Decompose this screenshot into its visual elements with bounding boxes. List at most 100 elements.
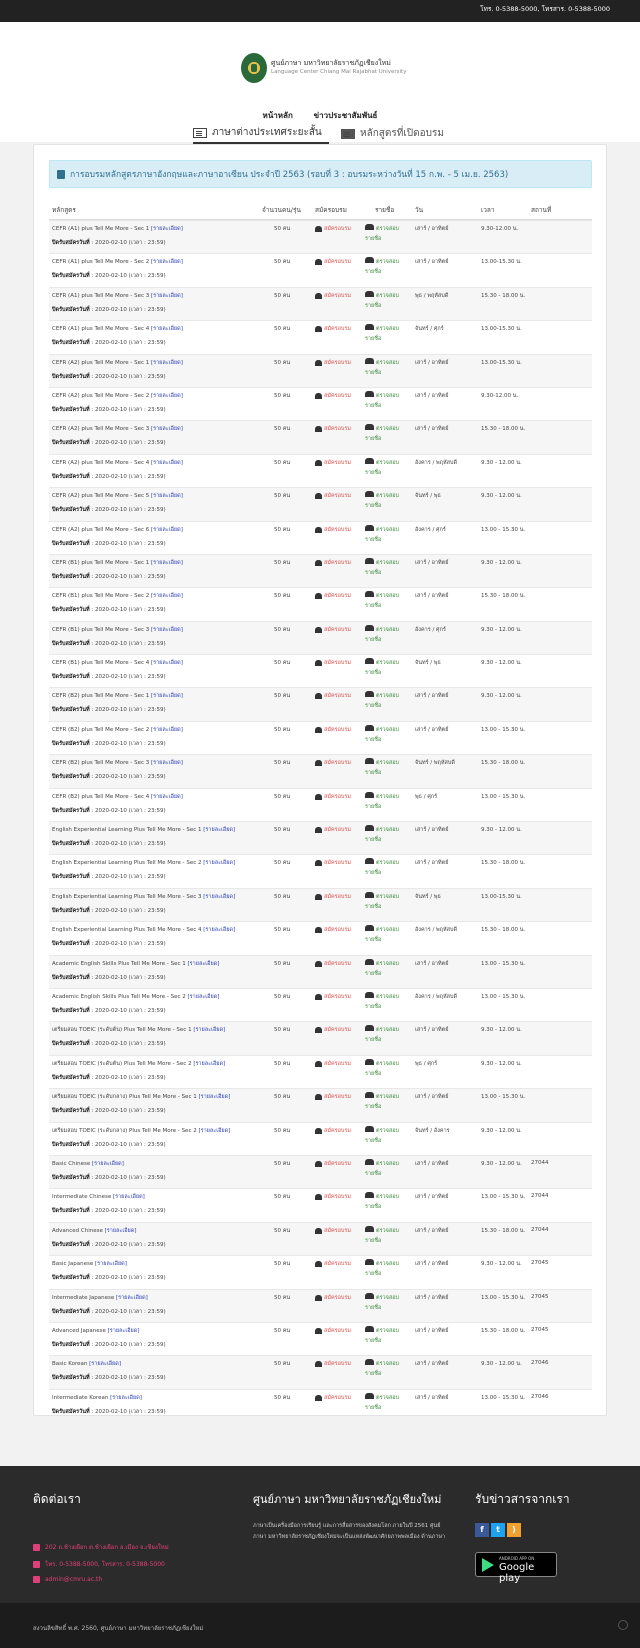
tab-short-courses[interactable]: ภาษาต่างประเทศระยะสั้น — [193, 126, 329, 144]
course-detail-link[interactable]: [รายละเอียด] — [188, 961, 220, 967]
check-list-link[interactable]: ตรวจสอบ รายชื่อ — [365, 1125, 399, 1146]
course-detail-link[interactable]: [รายละเอียด] — [116, 1295, 148, 1301]
register-button[interactable]: สมัครอบรม — [315, 692, 351, 700]
course-detail-link[interactable]: [รายละเอียด] — [151, 226, 183, 232]
rss-icon[interactable]: ) — [507, 1523, 521, 1537]
check-list-link[interactable]: ตรวจสอบ รายชื่อ — [365, 991, 399, 1012]
register-button[interactable]: สมัครอบรม — [315, 1026, 351, 1034]
check-list-link[interactable]: ตรวจสอบ รายชื่อ — [365, 1292, 399, 1313]
course-detail-link[interactable]: [รายละเอียด] — [95, 1261, 127, 1267]
facebook-icon[interactable]: f — [475, 1523, 489, 1537]
course-detail-link[interactable]: [รายละเอียด] — [151, 360, 183, 366]
course-detail-link[interactable]: [รายละเอียด] — [193, 1061, 225, 1067]
register-button[interactable]: สมัครอบรม — [315, 1060, 351, 1068]
register-button[interactable]: สมัครอบรม — [315, 626, 351, 634]
register-button[interactable]: สมัครอบรม — [315, 392, 351, 400]
register-button[interactable]: สมัครอบรม — [315, 459, 351, 467]
check-list-link[interactable]: ตรวจสอบ รายชื่อ — [365, 424, 399, 444]
check-list-link[interactable]: ตรวจสอบ รายชื่อ — [365, 758, 399, 778]
footer-email-text[interactable]: admin@cmru.ac.th — [45, 1576, 102, 1583]
check-list-link[interactable]: ตรวจสอบ รายชื่อ — [365, 324, 399, 344]
check-list-link[interactable]: ตรวจสอบ รายชื่อ — [365, 958, 399, 979]
course-detail-link[interactable]: [รายละเอียด] — [151, 727, 183, 733]
register-button[interactable]: สมัครอบรม — [315, 926, 351, 934]
check-list-link[interactable]: ตรวจสอบ รายชื่อ — [365, 357, 399, 378]
check-list-link[interactable]: ตรวจสอบ รายชื่อ — [365, 724, 399, 745]
check-list-link[interactable]: ตรวจสอบ รายชื่อ — [365, 1325, 399, 1346]
check-list-link[interactable]: ตรวจสอบ รายชื่อ — [365, 524, 399, 545]
register-button[interactable]: สมัครอบรม — [315, 258, 351, 266]
check-list-link[interactable]: ตรวจสอบ รายชื่อ — [365, 1158, 399, 1179]
course-detail-link[interactable]: [รายละเอียด] — [151, 293, 183, 299]
register-button[interactable]: สมัครอบรม — [315, 726, 351, 734]
course-detail-link[interactable]: [รายละเอียด] — [151, 426, 183, 432]
course-detail-link[interactable]: [รายละเอียด] — [203, 827, 235, 833]
check-list-link[interactable]: ตรวจสอบ รายชื่อ — [365, 858, 399, 878]
course-detail-link[interactable]: [รายละเอียด] — [188, 994, 220, 1000]
register-button[interactable]: สมัครอบรม — [315, 1294, 351, 1302]
register-button[interactable]: สมัครอบรม — [315, 1160, 351, 1168]
course-detail-link[interactable]: [รายละเอียด] — [151, 560, 183, 566]
register-button[interactable]: สมัครอบรม — [315, 292, 351, 300]
course-detail-link[interactable]: [รายละเอียด] — [92, 1161, 124, 1167]
tab-open-courses[interactable]: หลักสูตรที่เปิดอบรม — [341, 126, 444, 141]
footer-email[interactable]: admin@cmru.ac.th — [33, 1576, 102, 1583]
check-list-link[interactable]: ตรวจสอบ รายชื่อ — [365, 891, 399, 912]
course-detail-link[interactable]: [รายละเอียด] — [198, 1094, 230, 1100]
register-button[interactable]: สมัครอบรม — [315, 759, 351, 767]
course-detail-link[interactable]: [รายละเอียด] — [151, 393, 183, 399]
check-list-link[interactable]: ตรวจสอบ รายชื่อ — [365, 257, 399, 277]
register-button[interactable]: สมัครอบรม — [315, 1394, 351, 1402]
course-detail-link[interactable]: [รายละเอียด] — [151, 493, 183, 499]
nav-home[interactable]: หน้าหลัก — [263, 111, 293, 120]
register-button[interactable]: สมัครอบรม — [315, 659, 351, 667]
google-play-badge[interactable]: ANDROID APP ON Google play — [475, 1552, 557, 1584]
check-list-link[interactable]: ตรวจสอบ รายชื่อ — [365, 1025, 399, 1045]
register-button[interactable]: สมัครอบรม — [315, 526, 351, 534]
check-list-link[interactable]: ตรวจสอบ รายชื่อ — [365, 658, 399, 678]
register-button[interactable]: สมัครอบรม — [315, 359, 351, 367]
check-list-link[interactable]: ตรวจสอบ รายชื่อ — [365, 591, 399, 611]
check-list-link[interactable]: ตรวจสอบ รายชื่อ — [365, 491, 399, 511]
check-list-link[interactable]: ตรวจสอบ รายชื่อ — [365, 457, 399, 478]
twitter-icon[interactable]: t — [491, 1523, 505, 1537]
check-list-link[interactable]: ตรวจสอบ รายชื่อ — [365, 1259, 399, 1279]
course-detail-link[interactable]: [รายละเอียด] — [151, 527, 183, 533]
check-list-link[interactable]: ตรวจสอบ รายชื่อ — [365, 925, 399, 945]
register-button[interactable]: สมัครอบรม — [315, 1360, 351, 1368]
register-button[interactable]: สมัครอบรม — [315, 893, 351, 901]
check-list-link[interactable]: ตรวจสอบ รายชื่อ — [365, 1092, 399, 1112]
register-button[interactable]: สมัครอบรม — [315, 225, 351, 233]
register-button[interactable]: สมัครอบรม — [315, 1093, 351, 1101]
register-button[interactable]: สมัครอบรม — [315, 960, 351, 968]
course-detail-link[interactable]: [รายละเอียด] — [151, 460, 183, 466]
nav-news[interactable]: ข่าวประชาสัมพันธ์ — [314, 111, 378, 120]
check-list-link[interactable]: ตรวจสอบ รายชื่อ — [365, 290, 399, 311]
course-detail-link[interactable]: [รายละเอียด] — [110, 1395, 142, 1401]
course-detail-link[interactable]: [รายละเอียด] — [203, 927, 235, 933]
register-button[interactable]: สมัครอบรม — [315, 492, 351, 500]
register-button[interactable]: สมัครอบรม — [315, 1127, 351, 1135]
check-list-link[interactable]: ตรวจสอบ รายชื่อ — [365, 557, 399, 578]
check-list-link[interactable]: ตรวจสอบ รายชื่อ — [365, 1359, 399, 1379]
course-detail-link[interactable]: [รายละเอียด] — [151, 660, 183, 666]
course-detail-link[interactable]: [รายละเอียด] — [198, 1128, 230, 1134]
course-detail-link[interactable]: [รายละเอียด] — [113, 1194, 145, 1200]
register-button[interactable]: สมัครอบรม — [315, 325, 351, 333]
course-detail-link[interactable]: [รายละเอียด] — [108, 1328, 140, 1334]
check-list-link[interactable]: ตรวจสอบ รายชื่อ — [365, 224, 399, 244]
register-button[interactable]: สมัครอบรม — [315, 425, 351, 433]
register-button[interactable]: สมัครอบรม — [315, 826, 351, 834]
course-detail-link[interactable]: [รายละเอียด] — [151, 627, 183, 633]
check-list-link[interactable]: ตรวจสอบ รายชื่อ — [365, 1225, 399, 1246]
check-list-link[interactable]: ตรวจสอบ รายชื่อ — [365, 390, 399, 411]
register-button[interactable]: สมัครอบรม — [315, 859, 351, 867]
course-detail-link[interactable]: [รายละเอียด] — [151, 693, 183, 699]
check-list-link[interactable]: ตรวจสอบ รายชื่อ — [365, 1392, 399, 1413]
course-detail-link[interactable]: [รายละเอียด] — [151, 259, 183, 265]
course-detail-link[interactable]: [รายละเอียด] — [203, 894, 235, 900]
check-list-link[interactable]: ตรวจสอบ รายชื่อ — [365, 1192, 399, 1212]
course-detail-link[interactable]: [รายละเอียด] — [203, 860, 235, 866]
check-list-link[interactable]: ตรวจสอบ รายชื่อ — [365, 624, 399, 645]
register-button[interactable]: สมัครอบรม — [315, 1260, 351, 1268]
